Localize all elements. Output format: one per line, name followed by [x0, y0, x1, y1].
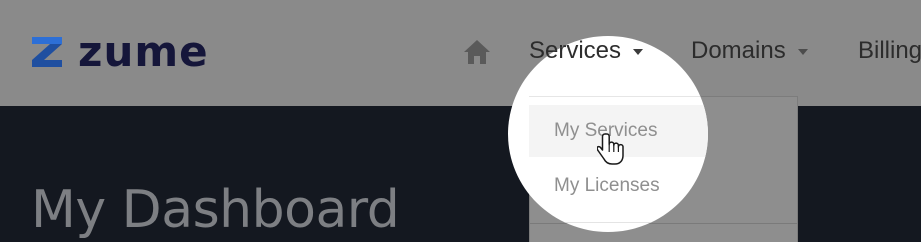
chevron-down-icon	[633, 49, 644, 55]
dropdown-item-my-licenses[interactable]: My Licenses	[554, 174, 660, 198]
zume-logo-icon	[32, 37, 62, 67]
dropdown-divider	[529, 222, 708, 223]
site-header: zume Services Domains Billing	[0, 0, 921, 106]
brand-logo[interactable]: zume	[28, 27, 209, 76]
nav-services-highlighted-label: Services	[529, 37, 622, 64]
page-title: My Dashboard	[31, 180, 400, 240]
nav-billing-label: Billing	[858, 37, 921, 64]
home-icon[interactable]	[462, 38, 492, 66]
brand-name: zume	[78, 27, 209, 76]
nav-services-highlighted[interactable]: Services	[529, 36, 644, 66]
nav-billing[interactable]: Billing	[858, 36, 921, 66]
nav-domains[interactable]: Domains	[691, 36, 808, 66]
dropdown-top-edge	[529, 96, 708, 97]
chevron-down-icon	[797, 49, 808, 55]
hand-pointer-icon	[597, 133, 624, 165]
